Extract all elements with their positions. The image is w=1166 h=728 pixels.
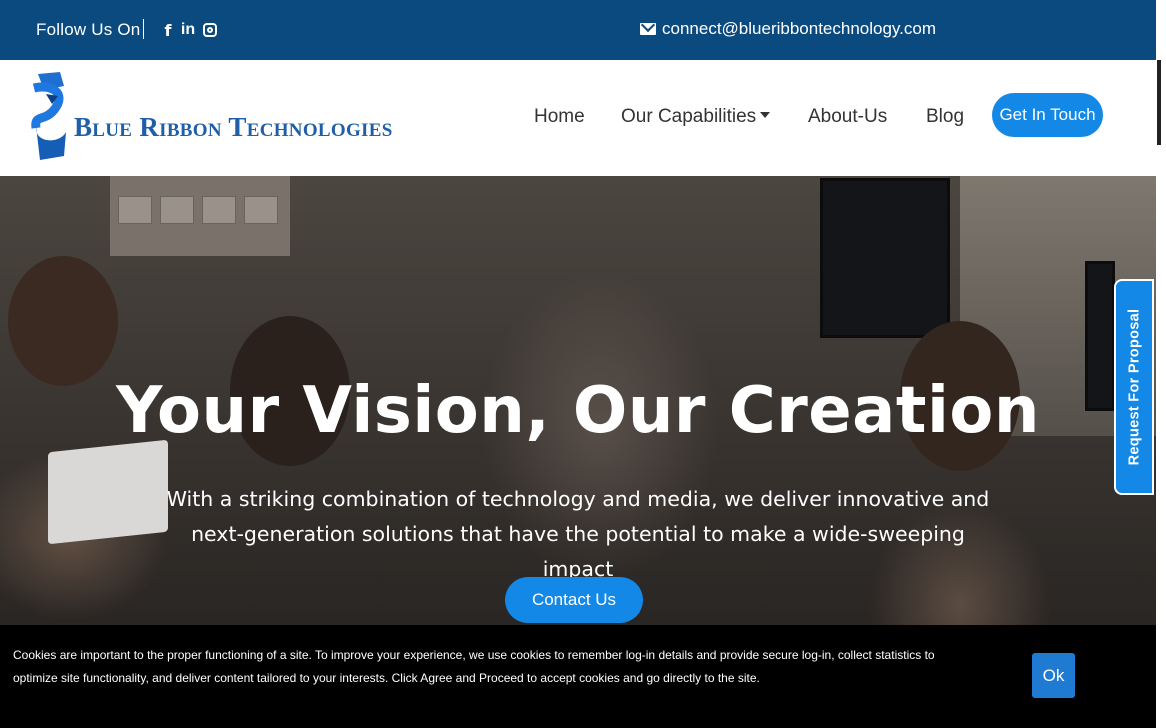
get-in-touch-button[interactable]: Get In Touch [992,93,1103,137]
envelope-icon [640,23,656,35]
linkedin-icon[interactable]: in [180,19,196,41]
top-bar: Follow Us On f in connect@blueribbontech… [0,0,1156,60]
topbar-divider [143,19,144,39]
nav-home[interactable]: Home [534,106,585,128]
window-edge [1156,0,1166,728]
cookie-banner: Cookies are important to the proper func… [0,625,1156,728]
nav-about-us[interactable]: About-Us [808,106,887,128]
nav-our-capabilities[interactable]: Our Capabilities [621,106,771,128]
background-laptop [48,439,168,545]
cookie-ok-button[interactable]: Ok [1032,653,1075,698]
brand-name[interactable]: Blue Ribbon Technologies [74,112,393,143]
background-shelf [110,176,290,256]
facebook-icon[interactable]: f [163,19,173,41]
caret-down-icon [760,111,771,118]
request-for-proposal-tab[interactable]: Request For Proposal [1114,279,1154,495]
email-address: connect@blueribbontechnology.com [662,19,937,38]
request-for-proposal-label: Request For Proposal [1126,308,1143,466]
ribbon-logo-icon[interactable] [30,70,72,162]
instagram-icon[interactable] [202,19,218,41]
hero-title: Your Vision, Our Creation [116,374,1040,448]
hero-subtitle: With a striking combination of technolog… [166,487,990,581]
contact-us-button[interactable]: Contact Us [505,577,643,623]
background-monitor [820,178,950,338]
nav-blog[interactable]: Blog [926,106,964,128]
follow-us-label: Follow Us On [36,20,141,39]
cookie-message: Cookies are important to the proper func… [13,648,935,685]
email-link[interactable]: connect@blueribbontechnology.com [640,19,936,39]
nav-our-capabilities-label: Our Capabilities [621,106,757,127]
background-person [8,256,118,386]
